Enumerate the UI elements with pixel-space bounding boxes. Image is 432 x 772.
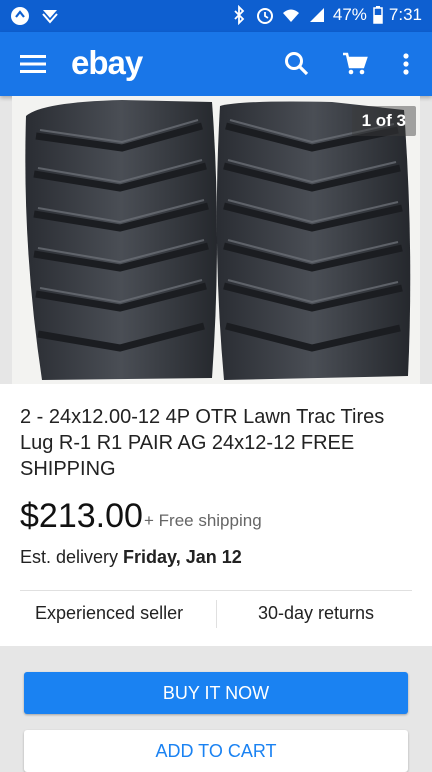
clock: 7:31 bbox=[388, 5, 422, 24]
shipping-info: + Free shipping bbox=[144, 511, 262, 530]
battery-percent: 47% bbox=[332, 5, 367, 24]
feature-separator bbox=[216, 600, 217, 628]
menu-icon[interactable] bbox=[20, 52, 46, 76]
delivery-date: Friday, Jan 12 bbox=[123, 547, 242, 567]
listing-title: 2 - 24x12.00-12 4P OTR Lawn Trac Tires L… bbox=[20, 406, 385, 480]
feature-experienced-seller: Experienced seller bbox=[35, 603, 184, 623]
cart-icon[interactable] bbox=[341, 50, 369, 78]
price: $213.00 bbox=[20, 497, 143, 535]
status-bar: 47% 7:31 bbox=[0, 0, 432, 32]
app-bar: ebay bbox=[0, 32, 432, 96]
search-icon[interactable] bbox=[283, 50, 311, 78]
sync-icon bbox=[11, 7, 29, 25]
delivery-label: Est. delivery bbox=[20, 547, 124, 567]
ebay-logo[interactable]: ebay bbox=[71, 44, 143, 82]
feature-returns: 30-day returns bbox=[258, 603, 375, 623]
buy-it-now-button[interactable]: BUY IT NOW bbox=[24, 672, 408, 714]
divider bbox=[20, 590, 412, 591]
image-counter: 1 of 3 bbox=[351, 106, 416, 136]
bluetooth-icon bbox=[234, 5, 245, 25]
alarm-icon bbox=[256, 8, 273, 24]
more-vert-icon[interactable] bbox=[392, 50, 420, 78]
wifi-icon bbox=[282, 9, 299, 22]
tire-pair-image bbox=[12, 96, 420, 384]
add-to-cart-button[interactable]: ADD TO CART bbox=[24, 730, 408, 772]
signal-icon bbox=[309, 8, 324, 22]
battery-icon bbox=[373, 6, 383, 24]
product-image-gallery[interactable]: 1 of 3 bbox=[12, 96, 420, 384]
mail-icon bbox=[42, 10, 58, 24]
estimated-delivery: Est. delivery Friday, Jan 12 bbox=[20, 547, 242, 568]
